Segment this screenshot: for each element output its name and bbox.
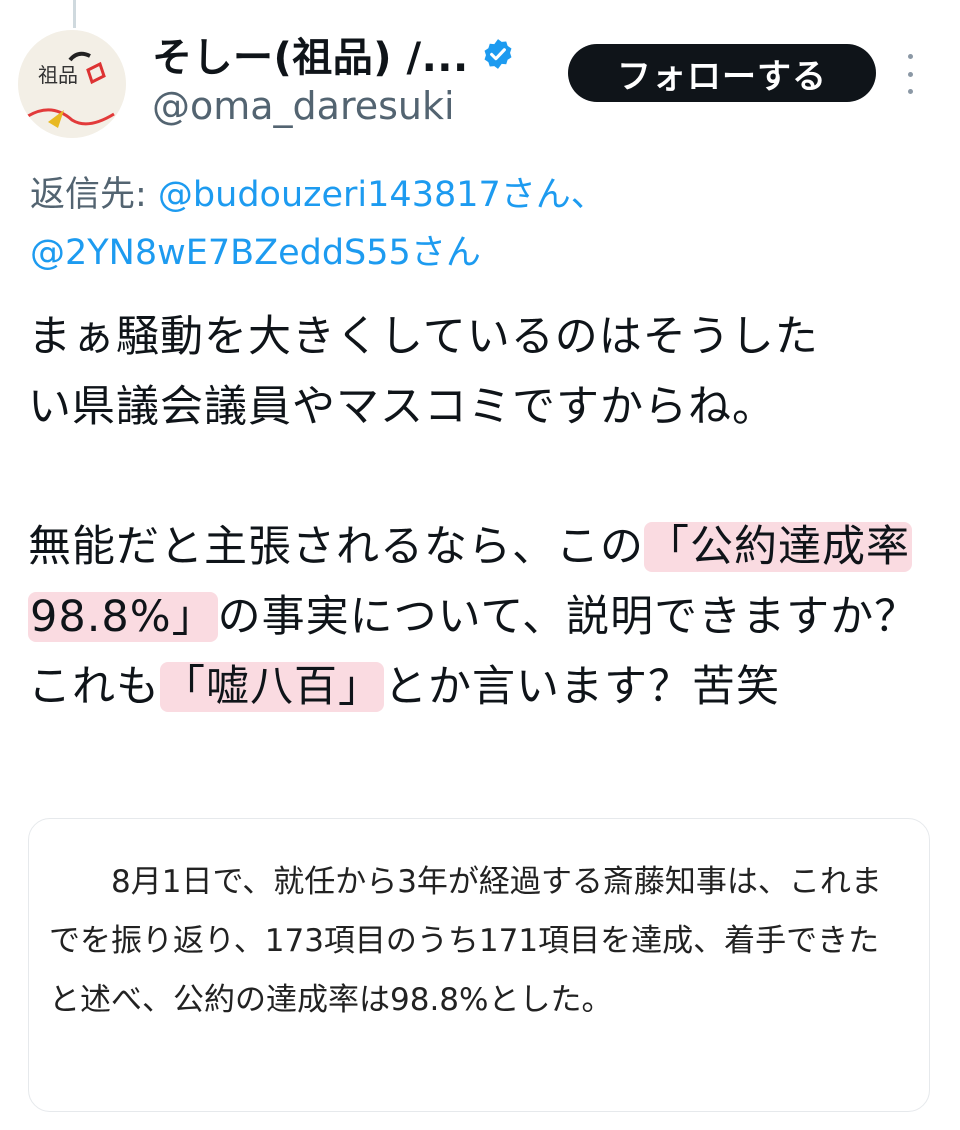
highlighted-phrase: 「嘘八百」 [160,662,384,712]
reply-to-line: 返信先: @budouzeri143817さん、 @2YN8wE7BZeddS55… [30,166,930,282]
author-name-row: そしー(祖品) /... [152,26,515,82]
more-vertical-icon[interactable] [902,54,918,94]
follow-button[interactable]: フォローする [568,44,876,102]
more-dot [907,54,913,59]
reply-mention-link[interactable]: @budouzeri143817さん、 [158,175,606,215]
tweet-line: まぁ騒動を大きくしているのはそうした [28,312,819,362]
tweet-line: い県議会議員やマスコミですからね。 [28,382,776,432]
reply-mention-link[interactable]: @2YN8wE7BZeddS55さん [30,233,481,273]
quoted-article-card[interactable]: 8月1日で、就任から3年が経過する斎藤知事は、これまでを振り返り、173項目のう… [28,818,930,1112]
reply-prefix: 返信先: [30,175,158,215]
avatar-label: 祖品 [38,63,78,87]
author-display-name[interactable]: そしー(祖品) /... [152,25,469,83]
thread-connector-line [73,0,76,28]
tweet-text-segment: 無能だと主張されるなら、この [28,522,644,572]
tweet-text-segment: とか言います？苦笑 [384,662,780,712]
avatar-image: 祖品 [18,30,126,138]
tweet-paragraph: 無能だと主張されるなら、この「公約達成率98.8%」の事実について、説明できます… [28,512,940,722]
author-handle[interactable]: @oma_daresuki [152,84,455,128]
tweet-text: まぁ騒動を大きくしているのはそうした い県議会議員やマスコミですからね。 無能だ… [28,302,940,722]
avatar[interactable]: 祖品 [18,30,126,138]
more-dot [907,89,913,94]
quoted-article-body: 8月1日で、就任から3年が経過する斎藤知事は、これまでを振り返り、173項目のう… [49,864,882,1018]
more-dot [907,71,913,77]
quoted-article-text: 8月1日で、就任から3年が経過する斎藤知事は、これまでを振り返り、173項目のう… [49,853,909,1030]
verified-badge-icon [481,37,515,71]
